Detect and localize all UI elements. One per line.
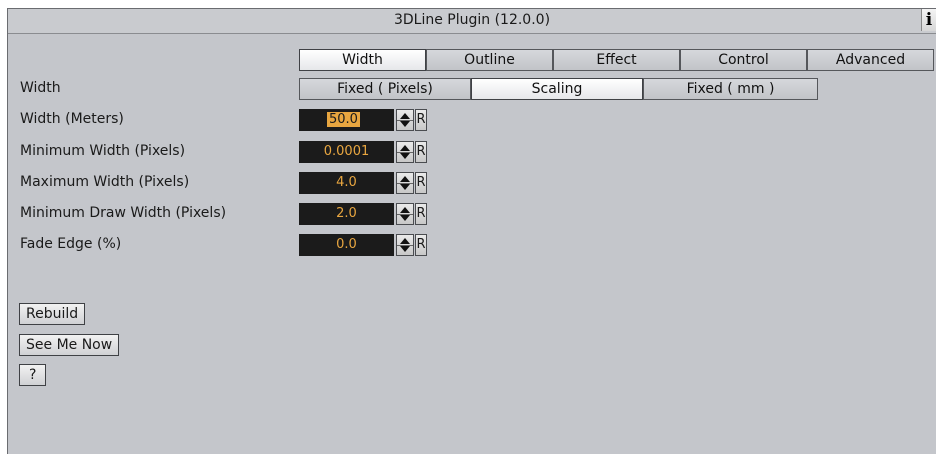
arrow-down-icon[interactable] <box>400 153 410 159</box>
min-draw-width-reset-button[interactable]: R <box>415 203 427 225</box>
min-draw-width-field[interactable]: 2.0 <box>299 203 394 225</box>
min-width-label: Minimum Width (Pixels) <box>20 143 186 159</box>
mode-scaling-label: Scaling <box>531 81 583 97</box>
tab-outline[interactable]: Outline <box>426 49 553 71</box>
min-width-stepper[interactable] <box>396 141 414 163</box>
mode-fixed-mm-label: Fixed ( mm ) <box>686 81 775 97</box>
rebuild-button[interactable]: Rebuild <box>19 303 86 325</box>
arrow-up-icon[interactable] <box>400 207 410 213</box>
tab-advanced[interactable]: Advanced <box>807 49 934 71</box>
fade-edge-reset-button[interactable]: R <box>415 234 427 256</box>
arrow-up-icon[interactable] <box>400 176 410 182</box>
tab-width[interactable]: Width <box>299 49 426 71</box>
arrow-down-icon[interactable] <box>400 184 410 190</box>
arrow-up-icon[interactable] <box>400 113 410 119</box>
min-width-reset-button[interactable]: R <box>415 141 427 163</box>
min-draw-width-label: Minimum Draw Width (Pixels) <box>20 205 227 221</box>
arrow-up-icon[interactable] <box>400 145 410 151</box>
tab-control-label: Control <box>718 52 769 68</box>
tab-effect[interactable]: Effect <box>553 49 680 71</box>
info-icon[interactable]: i <box>921 9 936 31</box>
mode-fixed-mm-button[interactable]: Fixed ( mm ) <box>643 78 818 100</box>
arrow-down-icon[interactable] <box>400 246 410 252</box>
max-width-reset-button[interactable]: R <box>415 172 427 194</box>
tab-advanced-label: Advanced <box>835 52 906 68</box>
width-mode-label: Width <box>20 80 61 96</box>
panel-title: 3DLine Plugin (12.0.0) <box>393 12 551 28</box>
arrow-up-icon[interactable] <box>400 238 410 244</box>
max-width-stepper[interactable] <box>396 172 414 194</box>
max-width-field[interactable]: 4.0 <box>299 172 394 194</box>
fade-edge-stepper[interactable] <box>396 234 414 256</box>
width-meters-reset-button[interactable]: R <box>415 109 427 131</box>
tab-effect-label: Effect <box>596 52 637 68</box>
width-meters-stepper[interactable] <box>396 109 414 131</box>
tab-outline-label: Outline <box>464 52 515 68</box>
tab-control[interactable]: Control <box>680 49 807 71</box>
min-width-field[interactable]: 0.0001 <box>299 141 394 163</box>
tab-width-label: Width <box>342 52 383 68</box>
fade-edge-field[interactable]: 0.0 <box>299 234 394 256</box>
arrow-down-icon[interactable] <box>400 121 410 127</box>
title-bar: 3DLine Plugin (12.0.0) i <box>8 9 936 34</box>
see-me-now-button[interactable]: See Me Now <box>19 334 120 356</box>
fade-edge-label: Fade Edge (%) <box>20 236 122 252</box>
min-draw-width-stepper[interactable] <box>396 203 414 225</box>
mode-fixed-pixels-button[interactable]: Fixed ( Pixels) <box>299 78 471 100</box>
help-button[interactable]: ? <box>19 364 47 386</box>
max-width-label: Maximum Width (Pixels) <box>20 174 190 190</box>
plugin-panel: 3DLine Plugin (12.0.0) i Width Outline E… <box>7 8 936 454</box>
mode-scaling-button[interactable]: Scaling <box>471 78 643 100</box>
width-meters-value: 50.0 <box>327 112 360 127</box>
width-meters-field[interactable]: 50.0 <box>299 109 394 131</box>
width-meters-label: Width (Meters) <box>20 111 124 127</box>
mode-fixed-pixels-label: Fixed ( Pixels) <box>337 81 433 97</box>
arrow-down-icon[interactable] <box>400 215 410 221</box>
